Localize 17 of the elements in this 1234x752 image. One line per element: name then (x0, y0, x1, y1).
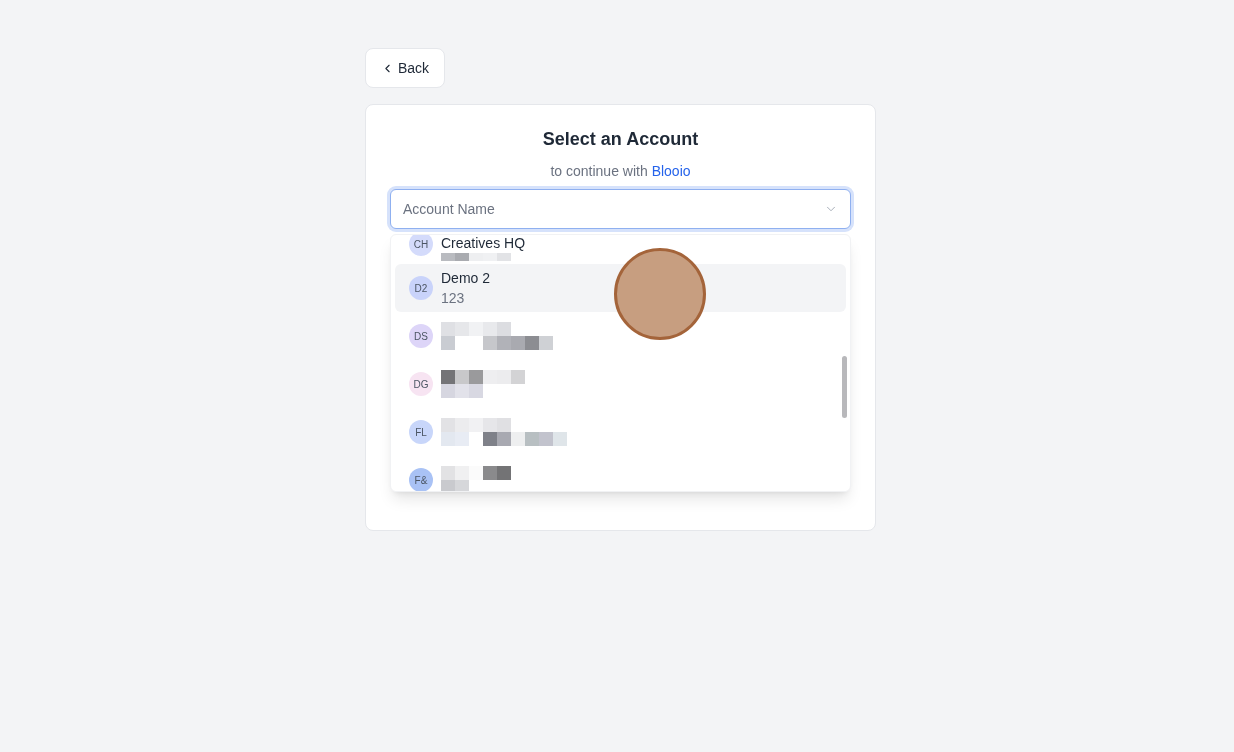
scrollbar[interactable] (842, 356, 847, 418)
avatar: CH (409, 235, 433, 256)
pixelated-text-drawing (441, 253, 511, 261)
back-button[interactable]: Back (365, 48, 445, 88)
account-detail: 123 (441, 289, 465, 308)
card-subtitle: to continue with Blooio (550, 162, 691, 181)
avatar: D2 (409, 276, 433, 300)
avatar: FL (409, 420, 433, 444)
account-name: Creatives HQ (441, 235, 526, 251)
avatar: F& (409, 468, 433, 491)
avatar: DS (409, 324, 433, 348)
account-name: Demo 2 (441, 269, 491, 288)
avatar: DG (409, 372, 433, 396)
account-option[interactable]: CH Creatives HQ (395, 235, 846, 264)
select-placeholder: Account Name (403, 200, 495, 219)
card-title: Select an Account (542, 128, 699, 151)
account-select-field[interactable]: Account Name (390, 189, 851, 229)
